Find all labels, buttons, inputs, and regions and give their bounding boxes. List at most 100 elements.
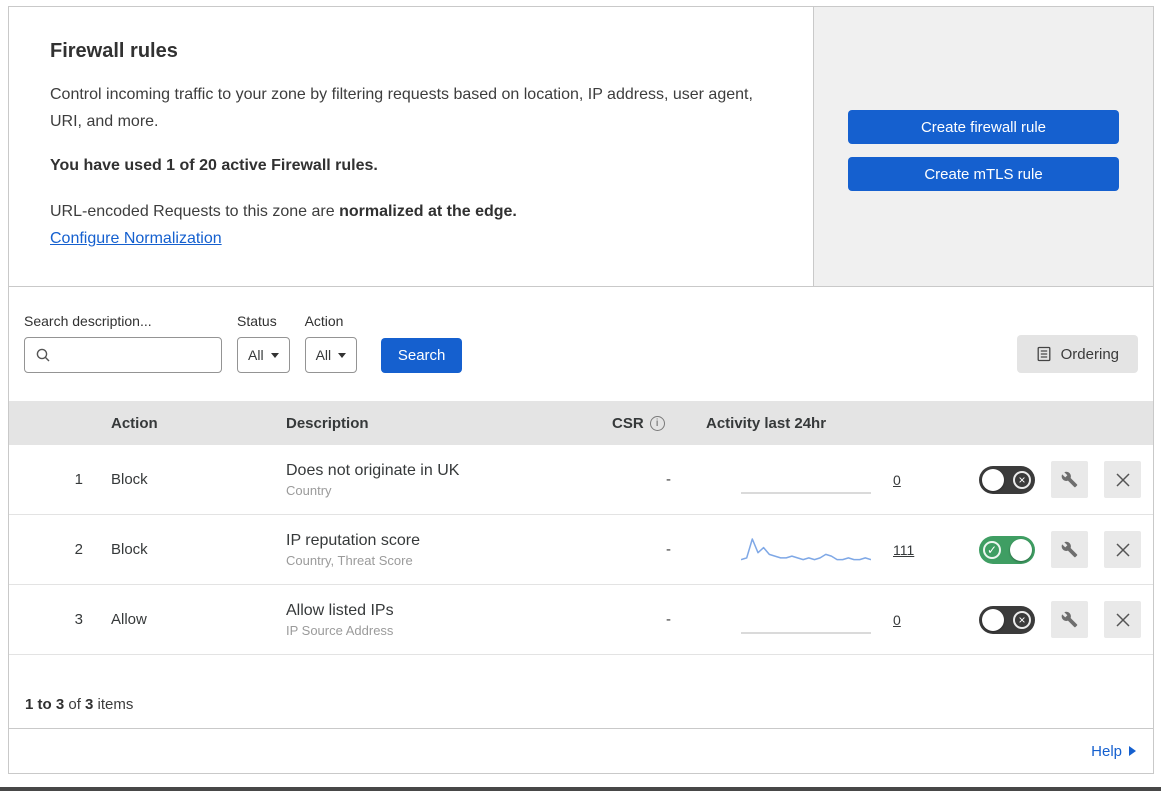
header-description: Description	[286, 414, 369, 432]
action-dropdown[interactable]: All	[304, 337, 358, 373]
page-container: Firewall rules Control incoming traffic …	[8, 6, 1154, 774]
rule-csr-value: -	[666, 611, 671, 628]
rule-action: Block	[111, 541, 148, 558]
search-input[interactable]	[59, 347, 211, 363]
search-field: Search description...	[24, 313, 222, 373]
rule-description: IP reputation score	[286, 531, 421, 549]
arrow-right-icon	[1129, 746, 1136, 756]
rule-action: Allow	[111, 611, 147, 628]
search-box[interactable]	[24, 337, 222, 373]
of-text: of	[64, 696, 86, 713]
status-dropdown-value: All	[248, 347, 264, 363]
activity-count-link[interactable]: 0	[893, 472, 901, 488]
help-link[interactable]: Help	[1091, 743, 1136, 760]
toggle-knob	[982, 468, 1004, 491]
window-bottom-edge	[0, 787, 1161, 791]
check-icon: ✓	[983, 540, 1001, 559]
usage-summary: You have used 1 of 20 active Firewall ru…	[50, 157, 378, 174]
delete-rule-button[interactable]	[1104, 601, 1141, 638]
delete-rule-button[interactable]	[1104, 461, 1141, 498]
rule-activity-cell: 111	[689, 533, 941, 567]
rules-table: Action Description CSR i Activity last 2…	[9, 401, 1153, 655]
rule-enabled-toggle[interactable]: ✓	[979, 535, 1035, 564]
table-row: 3 Allow Allow listed IPs IP Source Addre…	[9, 585, 1153, 655]
status-field: Status All	[237, 313, 290, 373]
rule-filter-fields: Country, Threat Score	[286, 552, 413, 568]
firewall-rules-page: Firewall rules Control incoming traffic …	[0, 0, 1161, 791]
toggle-knob	[1010, 538, 1032, 561]
rule-filter-fields: Country	[286, 482, 332, 498]
x-icon: ×	[1013, 470, 1031, 489]
rule-activity-cell: 0	[689, 463, 941, 497]
activity-sparkline	[741, 603, 871, 637]
normalization-bold-text: normalized at the edge.	[339, 203, 517, 220]
rule-action: Block	[111, 471, 148, 488]
pagination-summary: 1 to 3 of 3 items	[9, 655, 1153, 728]
action-panel: Create firewall rule Create mTLS rule	[814, 7, 1153, 286]
search-label: Search description...	[24, 313, 152, 329]
status-dropdown[interactable]: All	[237, 337, 290, 373]
chevron-down-icon	[338, 352, 347, 358]
filter-bar: Search description... Status All Action …	[9, 287, 1153, 401]
rule-filter-fields: IP Source Address	[286, 622, 394, 638]
items-range: 1 to 3	[25, 696, 65, 713]
configure-normalization-link[interactable]: Configure Normalization	[50, 230, 222, 248]
wrench-icon	[1061, 541, 1078, 558]
wrench-icon	[1061, 471, 1078, 488]
rule-controls: ×	[941, 461, 1153, 498]
rule-index: 3	[74, 611, 83, 628]
items-text: items	[93, 696, 134, 713]
create-firewall-rule-button[interactable]: Create firewall rule	[848, 110, 1119, 144]
status-label: Status	[237, 313, 277, 329]
rule-description: Allow listed IPs	[286, 601, 394, 619]
activity-sparkline	[741, 463, 871, 497]
header-action: Action	[111, 414, 158, 432]
rule-enabled-toggle[interactable]: ×	[979, 465, 1035, 494]
ordering-button-label: Ordering	[1060, 345, 1119, 363]
header-csr: CSR i	[601, 415, 689, 432]
help-bar: Help	[9, 728, 1153, 773]
table-header: Action Description CSR i Activity last 2…	[9, 401, 1153, 445]
rule-csr-value: -	[666, 471, 671, 488]
wrench-icon	[1061, 611, 1078, 628]
rule-csr-value: -	[666, 541, 671, 558]
rule-controls: ×	[941, 601, 1153, 638]
page-description: Control incoming traffic to your zone by…	[50, 86, 753, 130]
activity-sparkline	[741, 533, 871, 567]
rule-description-cell: Allow listed IPs IP Source Address	[273, 602, 601, 638]
x-icon: ×	[1013, 610, 1031, 629]
toggle-knob	[982, 608, 1004, 631]
x-icon	[1115, 542, 1130, 557]
edit-rule-button[interactable]	[1051, 461, 1088, 498]
rule-index: 1	[74, 471, 83, 488]
ordering-list-icon	[1037, 346, 1051, 362]
delete-rule-button[interactable]	[1104, 531, 1141, 568]
chevron-down-icon	[270, 352, 279, 358]
rule-enabled-toggle[interactable]: ×	[979, 605, 1035, 634]
help-link-label: Help	[1091, 742, 1122, 760]
normalization-note: URL-encoded Requests to this zone are no…	[50, 203, 768, 221]
x-icon	[1115, 472, 1130, 487]
edit-rule-button[interactable]	[1051, 601, 1088, 638]
action-field: Action All	[304, 313, 358, 373]
page-title: Firewall rules	[50, 40, 178, 62]
search-button[interactable]: Search	[381, 338, 463, 373]
rule-description: Does not originate in UK	[286, 461, 460, 479]
rule-description-cell: IP reputation score Country, Threat Scor…	[273, 532, 601, 568]
intro-section: Firewall rules Control incoming traffic …	[9, 7, 1153, 287]
rule-index: 2	[74, 541, 83, 558]
search-icon	[36, 348, 50, 362]
activity-count-link[interactable]: 0	[893, 612, 901, 628]
create-mtls-rule-button[interactable]: Create mTLS rule	[848, 157, 1119, 191]
rule-controls: ✓	[941, 531, 1153, 568]
info-icon[interactable]: i	[649, 415, 665, 431]
rule-activity-cell: 0	[689, 603, 941, 637]
csr-label: CSR	[612, 414, 644, 432]
header-activity: Activity last 24hr	[706, 414, 827, 432]
activity-count-link[interactable]: 111	[893, 542, 914, 558]
action-label: Action	[304, 313, 344, 329]
table-row: 2 Block IP reputation score Country, Thr…	[9, 515, 1153, 585]
table-row: 1 Block Does not originate in UK Country…	[9, 445, 1153, 515]
ordering-button[interactable]: Ordering	[1016, 335, 1138, 373]
edit-rule-button[interactable]	[1051, 531, 1088, 568]
